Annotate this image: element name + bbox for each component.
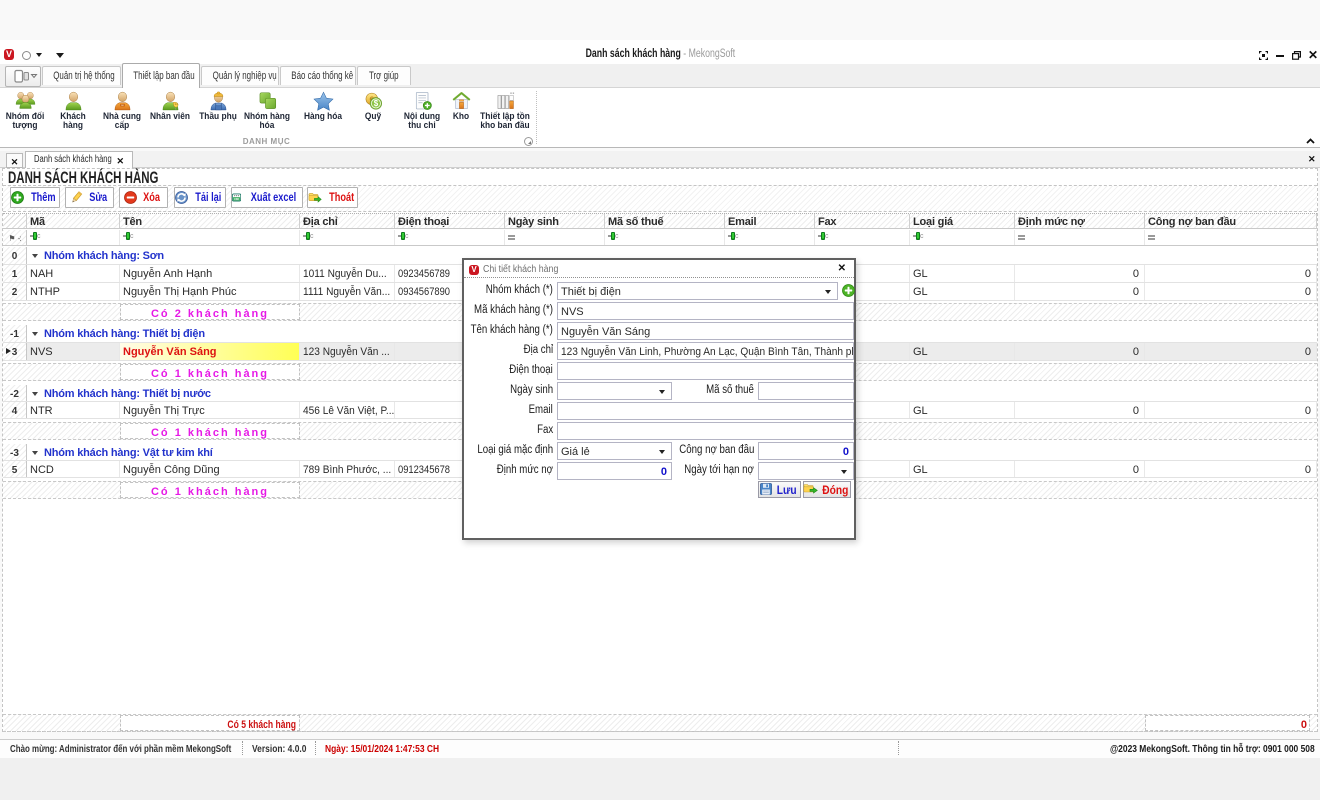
svg-text:$: $ [373,99,378,108]
svg-text:CSD: CSD [234,199,239,201]
svg-text:DK: DK [120,105,124,107]
